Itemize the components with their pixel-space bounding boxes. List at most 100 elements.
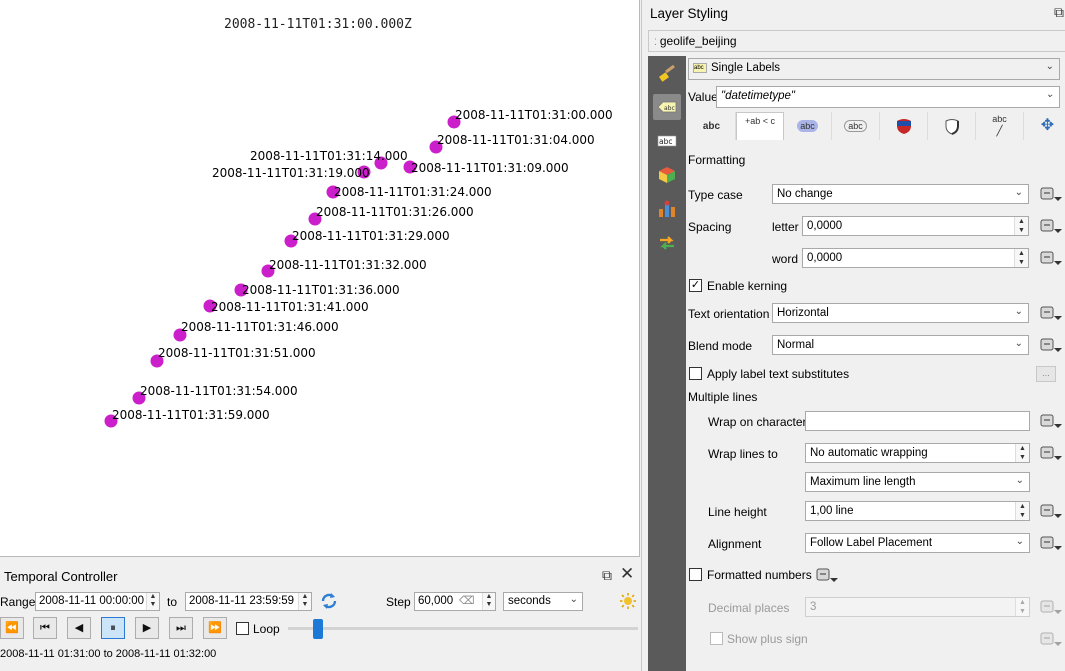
multiple-lines-header: Multiple lines xyxy=(688,390,758,404)
tab-placement[interactable]: abc ╱ xyxy=(976,112,1024,140)
spin-arrows-icon[interactable]: ▲ ▼ xyxy=(298,593,311,610)
spin-arrows-icon[interactable]: ▲ ▼ xyxy=(1014,249,1028,267)
data-defined-override-icon[interactable] xyxy=(1040,445,1062,463)
tab-rendering[interactable]: ✥ xyxy=(1024,112,1065,140)
line-height-field[interactable]: 1,00 line ▲ ▼ xyxy=(805,501,1030,521)
data-defined-override-icon[interactable] xyxy=(1040,218,1062,236)
data-defined-override-icon[interactable] xyxy=(1040,503,1062,521)
point-time-label: 2008-11-11T01:31:32.000 xyxy=(269,258,427,272)
time-slider-handle[interactable] xyxy=(312,619,323,639)
decimal-places-field[interactable]: 3 ▲ ▼ xyxy=(805,597,1030,617)
spin-arrows-icon[interactable]: ▲ ▼ xyxy=(1015,444,1029,462)
alignment-select[interactable]: Follow Label Placement ⌄ xyxy=(805,533,1030,553)
chevron-down-icon: ⌄ xyxy=(1015,475,1024,486)
tab-symbology[interactable] xyxy=(653,60,681,86)
step-back-button[interactable]: ◀ xyxy=(67,617,91,639)
tab-mask[interactable]: abc xyxy=(653,128,681,154)
formatting-header: Formatting xyxy=(688,153,746,167)
clear-icon[interactable]: ⌫ xyxy=(459,594,475,607)
tab-labels[interactable]: abc xyxy=(653,94,681,120)
rewind-button[interactable]: ⏪ xyxy=(0,617,24,639)
word-spacing-field[interactable]: 0,0000 ▲ ▼ xyxy=(802,248,1029,268)
step-unit-select[interactable]: seconds ⌄ xyxy=(503,592,583,611)
refresh-icon[interactable] xyxy=(319,591,339,611)
range-end-field[interactable]: 2008-11-11 23:59:59 ▲ ▼ xyxy=(185,592,312,611)
wrap-char-field[interactable] xyxy=(805,411,1030,431)
show-plus-checkbox[interactable] xyxy=(710,632,723,645)
substitutes-edit-button[interactable]: ... xyxy=(1036,366,1056,382)
kerning-checkbox[interactable]: ✓ xyxy=(689,279,702,292)
wrap-lines-field[interactable]: No automatic wrapping ▲ ▼ xyxy=(805,443,1030,463)
substitutes-checkbox[interactable] xyxy=(689,367,702,380)
step-field[interactable]: 60,000 ⌫ ▲ ▼ xyxy=(414,592,496,611)
chevron-down-icon: ⌄ xyxy=(1045,89,1054,100)
diagram-icon xyxy=(659,200,675,217)
point-time-label: 2008-11-11T01:31:29.000 xyxy=(292,229,450,243)
wrap-mode-select[interactable]: Maximum line length ⌄ xyxy=(805,472,1030,492)
3d-cube-icon xyxy=(659,167,675,183)
chevron-down-icon: ⌄ xyxy=(1015,536,1024,547)
svg-text:abc: abc xyxy=(659,137,672,146)
range-start-field[interactable]: 2008-11-11 00:00:00 ▲ ▼ xyxy=(35,592,160,611)
data-defined-override-icon[interactable] xyxy=(1040,186,1062,204)
data-defined-override-icon[interactable] xyxy=(1040,599,1062,617)
map-canvas[interactable]: 2008-11-11T01:31:00.000Z 2008-11-11T01:3… xyxy=(0,0,640,557)
callout-line-icon: ╱ xyxy=(996,126,1003,137)
history-arrows-icon xyxy=(660,236,674,250)
tab-text[interactable]: abc xyxy=(688,112,736,140)
tab-callouts[interactable] xyxy=(928,112,976,140)
shadow-shield-icon xyxy=(945,119,959,135)
spin-arrows-icon[interactable]: ▲ ▼ xyxy=(482,593,495,610)
data-defined-override-icon[interactable] xyxy=(1040,250,1062,268)
data-defined-override-icon[interactable] xyxy=(1040,413,1062,431)
tab-background[interactable]: abc xyxy=(832,112,880,140)
label-subtabs: abc +ab < c abc abc abc ╱ ✥ xyxy=(688,112,1065,140)
spin-arrows-icon[interactable]: ▲ ▼ xyxy=(1015,598,1029,616)
tab-3d-view[interactable] xyxy=(653,162,681,188)
loop-checkbox[interactable] xyxy=(236,622,249,635)
shield-icon xyxy=(896,119,911,134)
chevron-down-icon: ⌄ xyxy=(1014,338,1023,349)
blend-mode-select[interactable]: Normal ⌄ xyxy=(772,335,1029,355)
styling-vertical-tabs: abc abc xyxy=(648,56,686,671)
tab-history[interactable] xyxy=(653,230,681,256)
chevron-down-icon: ⌄ xyxy=(569,594,578,605)
settings-sun-icon[interactable] xyxy=(619,592,637,610)
tab-shadow[interactable] xyxy=(880,112,928,140)
data-defined-override-icon[interactable] xyxy=(1040,305,1062,323)
point-time-label: 2008-11-11T01:31:26.000 xyxy=(316,205,474,219)
point-time-label: 2008-11-11T01:31:09.000 xyxy=(411,161,569,175)
wrap-char-label: Wrap on character xyxy=(708,415,807,429)
show-plus-label: Show plus sign xyxy=(727,632,808,646)
value-expression-field[interactable]: "datetimetype" ⌄ xyxy=(716,86,1060,108)
tab-formatting[interactable]: +ab < c xyxy=(736,112,784,140)
float-panel-icon[interactable]: ⧉ xyxy=(1052,5,1065,19)
text-orientation-select[interactable]: Horizontal ⌄ xyxy=(772,303,1029,323)
value-label: Value xyxy=(688,90,718,104)
spin-arrows-icon[interactable]: ▲ ▼ xyxy=(1014,217,1028,235)
layer-select[interactable]: ⁚ geolife_beijing xyxy=(648,30,1065,52)
data-defined-override-icon[interactable] xyxy=(1040,337,1062,355)
formatted-numbers-checkbox[interactable] xyxy=(689,568,702,581)
data-defined-override-icon[interactable] xyxy=(816,567,838,585)
data-defined-override-icon[interactable] xyxy=(1040,631,1062,649)
step-forward-button[interactable]: ▶ xyxy=(135,617,159,639)
data-defined-override-icon[interactable] xyxy=(1040,535,1062,553)
skip-start-button[interactable]: ⏮ xyxy=(33,617,57,639)
spin-arrows-icon[interactable]: ▲ ▼ xyxy=(1015,502,1029,520)
skip-end-button[interactable]: ⏭ xyxy=(169,617,193,639)
type-case-select[interactable]: No change ⌄ xyxy=(772,184,1029,204)
tab-buffer[interactable]: abc xyxy=(784,112,832,140)
abc-mask-icon: abc xyxy=(657,135,677,147)
tab-diagrams[interactable] xyxy=(653,196,681,222)
spin-arrows-icon[interactable]: ▲ ▼ xyxy=(146,593,159,610)
time-slider-track[interactable] xyxy=(288,627,638,630)
letter-spacing-field[interactable]: 0,0000 ▲ ▼ xyxy=(802,216,1029,236)
fast-forward-button[interactable]: ⏩ xyxy=(203,617,227,639)
close-icon[interactable]: ✕ xyxy=(620,565,634,582)
pause-button[interactable]: ⏸ xyxy=(101,617,125,639)
point-time-label: 2008-11-11T01:31:04.000 xyxy=(437,133,595,147)
labels-mode-select[interactable]: abc Single Labels ⌄ xyxy=(688,58,1060,80)
float-panel-icon[interactable]: ⧉ xyxy=(600,568,614,582)
chevron-down-icon: ⌄ xyxy=(1045,61,1054,72)
